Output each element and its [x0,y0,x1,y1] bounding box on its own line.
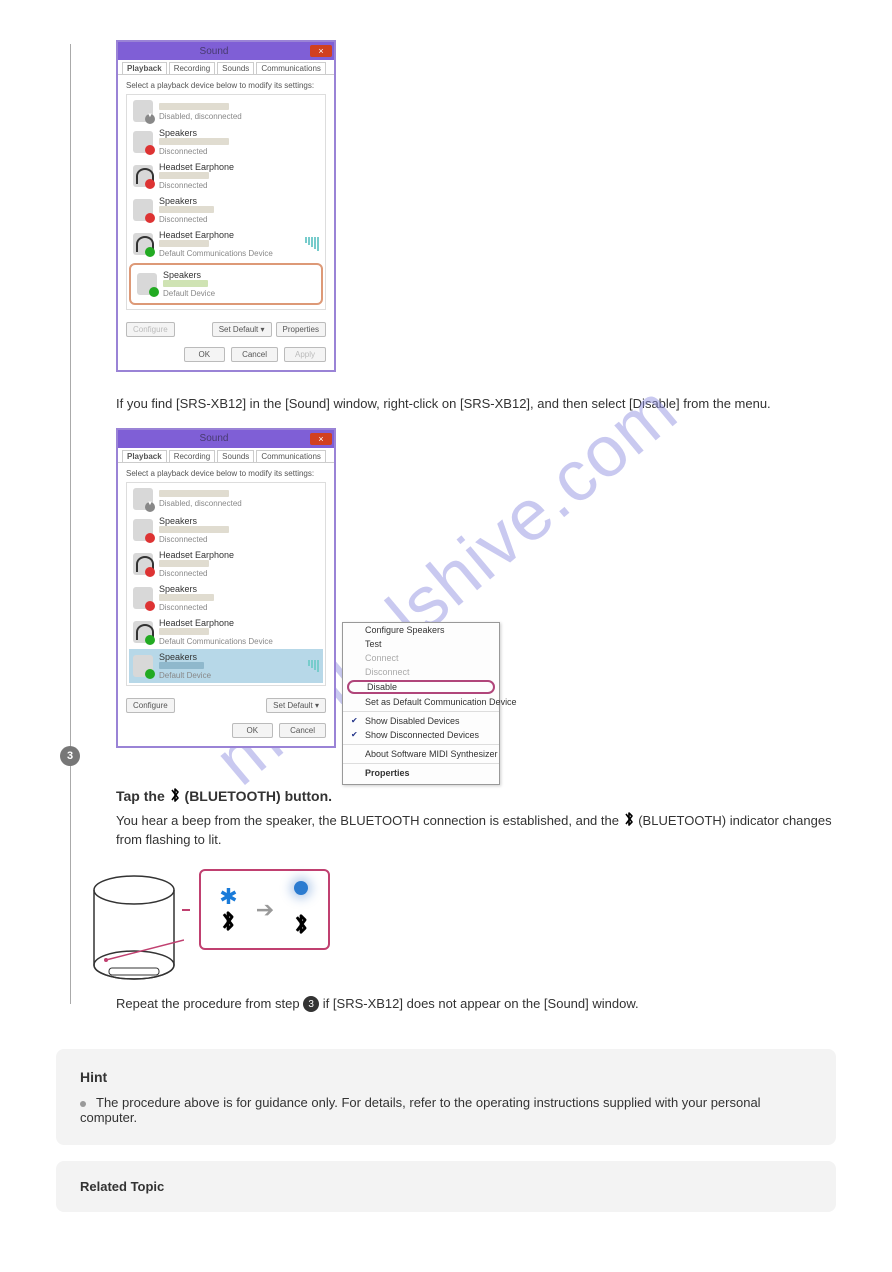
device-row[interactable]: SpeakersDisconnected [129,193,323,227]
ctx-properties[interactable]: Properties [343,766,499,780]
tab-recording[interactable]: Recording [169,62,215,74]
device-row[interactable]: SpeakersDisconnected [129,125,323,159]
related-topic-box: Related Topic [56,1161,836,1212]
headphone-icon [133,553,153,575]
properties-button[interactable]: Properties [276,322,326,337]
close-icon[interactable]: × [310,45,332,57]
level-bars [308,660,319,672]
level-bars [305,237,319,251]
speaker-icon [133,199,153,221]
ctx-disable-highlight: Disable [347,680,495,694]
device-row[interactable]: Disabled, disconnected [129,485,323,513]
speaker-line-drawing [84,870,184,990]
ok-button[interactable]: OK [184,347,226,362]
headphone-icon [133,233,153,255]
bluetooth-icon [623,813,639,828]
led-flashing-icon: ✱ [219,884,237,909]
ctx-about-midi[interactable]: About Software MIDI Synthesizer [343,747,499,761]
sound-dialog-2: Sound × Playback Recording Sounds Commun… [116,428,336,748]
arrow-right-icon: ➔ [256,897,274,923]
device-row[interactable]: Disabled, disconnected [129,97,323,125]
ctx-show-disconnected[interactable]: Show Disconnected Devices [343,728,499,742]
dialog-tabs: Playback Recording Sounds Communications [118,60,334,75]
dialog-instruction: Select a playback device below to modify… [126,469,326,478]
instruction-text: If you find [SRS-XB12] in the [Sound] wi… [116,394,836,414]
set-default-button[interactable]: Set Default ▾ [266,698,326,713]
indicator-callout: ✱ ➔ [199,869,330,950]
hint-bullet: The procedure above is for guidance only… [80,1095,812,1125]
tab-playback[interactable]: Playback [122,62,167,74]
ok-button[interactable]: OK [232,723,274,738]
device-row[interactable]: Headset EarphoneDefault Communications D… [129,615,323,649]
speaker-illustration: ✱ ➔ [84,870,836,990]
dialog-titlebar: Sound × [118,42,334,60]
ctx-disconnect: Disconnect [343,665,499,679]
dialog-tabs: Playback Recording Sounds Communications [118,448,334,463]
sound-dialog-1: Sound × Playback Recording Sounds Commun… [116,40,336,372]
speaker-icon [133,655,153,677]
device-row[interactable]: SpeakersDisconnected [129,513,323,547]
ctx-configure-speakers[interactable]: Configure Speakers [343,623,499,637]
device-list: Disabled, disconnected SpeakersDisconnec… [126,94,326,310]
configure-button[interactable]: Configure [126,322,175,337]
device-row[interactable]: Headset EarphoneDisconnected [129,547,323,581]
bluetooth-icon [292,913,310,935]
bluetooth-icon [219,910,237,932]
tab-communications[interactable]: Communications [256,62,326,74]
led-solid-icon [294,881,308,895]
ctx-disable[interactable]: Disable [367,682,397,692]
dialog-title: Sound [118,433,310,444]
related-topic-title: Related Topic [80,1179,164,1194]
tab-communications[interactable]: Communications [256,450,326,462]
headphone-icon [133,621,153,643]
step3-heading: Tap the (BLUETOOTH) button. [116,786,836,807]
selected-device-highlight: SpeakersDefault Device [129,263,323,305]
speaker-icon [137,273,157,295]
speaker-icon [133,100,153,122]
ctx-connect: Connect [343,651,499,665]
device-row[interactable]: SpeakersDefault Device [133,267,319,301]
bluetooth-icon [169,788,185,804]
cancel-button[interactable]: Cancel [231,347,278,362]
step3-body: You hear a beep from the speaker, the BL… [116,811,836,850]
speaker-icon [133,519,153,541]
device-row[interactable]: Headset EarphoneDefault Communications D… [129,227,323,261]
headphone-icon [133,165,153,187]
cancel-button[interactable]: Cancel [279,723,326,738]
hint-title: Hint [80,1069,812,1085]
set-default-button[interactable]: Set Default ▾ [212,322,272,337]
close-icon[interactable]: × [310,433,332,445]
ctx-test[interactable]: Test [343,637,499,651]
speaker-icon [133,131,153,153]
speaker-icon [133,488,153,510]
tab-recording[interactable]: Recording [169,450,215,462]
ctx-set-default-comm[interactable]: Set as Default Communication Device [343,695,499,709]
device-row[interactable]: Headset EarphoneDisconnected [129,159,323,193]
step-guide-line [70,44,71,1004]
tab-sounds[interactable]: Sounds [217,62,254,74]
dialog-title: Sound [118,46,310,57]
device-list: Disabled, disconnected SpeakersDisconnec… [126,482,326,686]
configure-button[interactable]: Configure [126,698,175,713]
ctx-show-disabled[interactable]: Show Disabled Devices [343,714,499,728]
speaker-icon [133,587,153,609]
dialog-instruction: Select a playback device below to modify… [126,81,326,90]
dialog-titlebar: Sound × [118,430,334,448]
device-row[interactable]: SpeakersDisconnected [129,581,323,615]
hint-box: Hint The procedure above is for guidance… [56,1049,836,1145]
step3-retry-text: Repeat the procedure from step 3 if [SRS… [116,994,836,1014]
tab-playback[interactable]: Playback [122,450,167,462]
apply-button[interactable]: Apply [284,347,326,362]
ref-step-number: 3 [303,996,319,1012]
context-menu: Configure Speakers Test Connect Disconne… [342,622,500,785]
step-number-3: 3 [60,746,80,766]
tab-sounds[interactable]: Sounds [217,450,254,462]
device-row-selected[interactable]: SpeakersDefault Device [129,649,323,683]
